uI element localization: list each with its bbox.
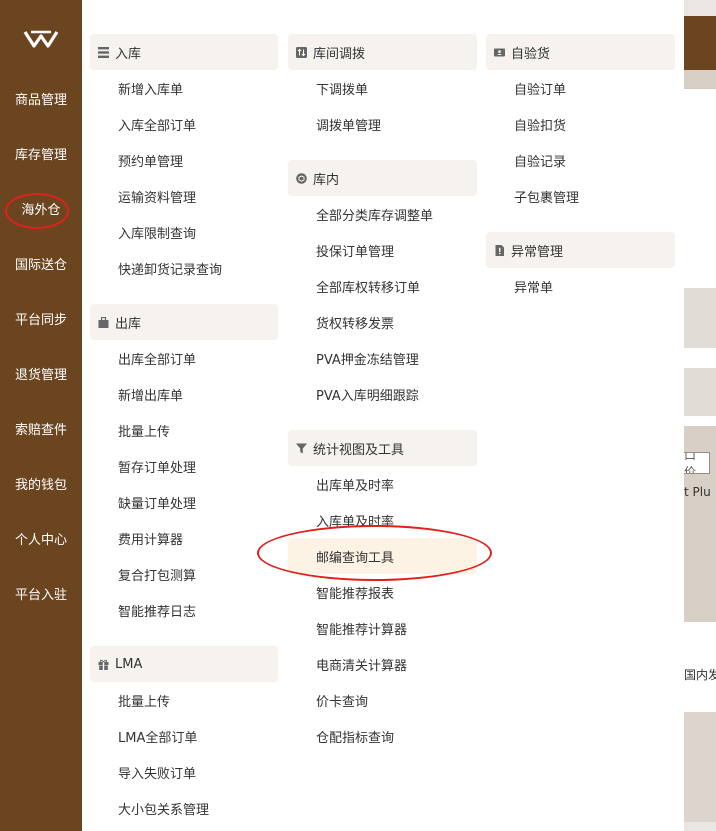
bg-block: [684, 368, 716, 416]
menu-item[interactable]: 出库全部订单: [90, 340, 196, 376]
menu-item[interactable]: 下调拨单: [288, 70, 368, 106]
sidebar-item-overseas-warehouse[interactable]: 海外仓: [0, 191, 82, 225]
menu-item[interactable]: PVA押金冻结管理: [288, 340, 419, 376]
menu-item[interactable]: 入库单及时率: [288, 502, 394, 538]
section-outbound: 出库: [90, 304, 278, 340]
menu-item[interactable]: 子包裹管理: [486, 178, 579, 214]
sidebar: 商品管理 库存管理 海外仓 国际送仓 平台同步 退货管理 索赔查件 我的钱包 个…: [0, 0, 82, 831]
section-title: 库间调拨: [313, 46, 366, 62]
menu-item[interactable]: 批量上传: [90, 682, 170, 718]
menu-item[interactable]: 新增出库单: [90, 376, 183, 412]
section-stats-tools: 统计视图及工具: [288, 430, 477, 466]
id-card-icon: [494, 47, 505, 58]
doc-alert-icon: [494, 244, 505, 256]
menu-item[interactable]: 自验记录: [486, 142, 566, 178]
menu-item[interactable]: 自验扣货: [486, 106, 566, 142]
sidebar-item-returns[interactable]: 退货管理: [0, 356, 82, 390]
bg-price-box: 口价: [684, 452, 710, 474]
bg-text: 国内发: [684, 668, 716, 682]
menu-item[interactable]: 投保订单管理: [288, 232, 394, 268]
bg-text: t Plu: [684, 485, 711, 499]
bg-block: [684, 426, 716, 536]
bg-block: [684, 536, 716, 622]
menu-item[interactable]: 货权转移发票: [288, 304, 394, 340]
filter-icon: [296, 443, 307, 454]
transfer-icon: [296, 46, 307, 58]
menu-item[interactable]: 导入失败订单: [90, 754, 196, 790]
menu-item[interactable]: 智能推荐计算器: [288, 610, 407, 646]
menu-item[interactable]: LMA全部订单: [90, 718, 197, 754]
section-title: 库内: [313, 172, 340, 188]
sidebar-item-profile[interactable]: 个人中心: [0, 521, 82, 555]
menu-item-postcode-tool[interactable]: 邮编查询工具: [288, 538, 477, 574]
w-logo-icon[interactable]: [0, 30, 82, 60]
menu-item[interactable]: 快递卸货记录查询: [90, 250, 222, 286]
bg-text: 口价: [684, 452, 697, 474]
menu-item[interactable]: 全部库权转移订单: [288, 268, 420, 304]
bg-block: [684, 88, 716, 288]
menu-item[interactable]: 异常单: [486, 268, 553, 304]
menu-item[interactable]: 仓配指标查询: [288, 718, 394, 754]
menu-item[interactable]: 智能推荐报表: [288, 574, 394, 610]
section-lma: LMA: [90, 646, 278, 682]
section-title: 出库: [115, 316, 142, 332]
box-icon: [296, 172, 307, 184]
section-self-inspection: 自验货: [486, 34, 675, 70]
menu-item[interactable]: 电商清关计算器: [288, 646, 407, 682]
sidebar-item-wallet[interactable]: 我的钱包: [0, 466, 82, 500]
section-title: 异常管理: [511, 244, 564, 260]
background-app-strip: 口价 t Plu 国内发: [684, 0, 716, 831]
menu-item[interactable]: 批量上传: [90, 412, 170, 448]
menu-item[interactable]: 费用计算器: [90, 520, 183, 556]
sidebar-item-platform-join[interactable]: 平台入驻: [0, 576, 82, 610]
menu-item[interactable]: 预约单管理: [90, 142, 183, 178]
section-title: 入库: [115, 46, 142, 62]
menu-item[interactable]: 新增入库单: [90, 70, 183, 106]
sidebar-item-platform-sync[interactable]: 平台同步: [0, 301, 82, 335]
section-inbound: 入库: [90, 34, 278, 70]
menu-item[interactable]: 复合打包测算: [90, 556, 196, 592]
divider: [684, 88, 716, 89]
menu-item[interactable]: 自验订单: [486, 70, 566, 106]
section-title: 统计视图及工具: [313, 442, 405, 458]
section-transfer: 库间调拨: [288, 34, 477, 70]
menu-item[interactable]: PVA入库明细跟踪: [288, 376, 419, 412]
sidebar-item-international[interactable]: 国际送仓: [0, 246, 82, 280]
bg-block: [684, 70, 716, 88]
section-exception: 异常管理: [486, 232, 675, 268]
menu-item[interactable]: 缺量订单处理: [90, 484, 196, 520]
section-title: 自验货: [511, 46, 551, 62]
list-icon: [98, 46, 109, 58]
menu-item[interactable]: 入库限制查询: [90, 214, 196, 250]
menu-item[interactable]: 全部分类库存调整单: [288, 196, 433, 232]
background-header: [684, 16, 716, 70]
menu-item[interactable]: 大小包关系管理: [90, 790, 209, 826]
sidebar-item-claims[interactable]: 索赔查件: [0, 411, 82, 445]
menu-item[interactable]: 价卡查询: [288, 682, 368, 718]
bg-block: [684, 416, 716, 426]
bg-block: [684, 348, 716, 368]
menu-item[interactable]: 运输资料管理: [90, 178, 196, 214]
gift-icon: [98, 659, 109, 670]
overseas-warehouse-menu: 入库 新增入库单 入库全部订单 预约单管理 运输资料管理 入库限制查询 快递卸货…: [82, 0, 684, 831]
menu-item[interactable]: 入库全部订单: [90, 106, 196, 142]
menu-item[interactable]: 调拨单管理: [288, 106, 381, 142]
menu-item[interactable]: 暂存订单处理: [90, 448, 196, 484]
bg-block: [684, 712, 716, 822]
sidebar-item-inventory[interactable]: 库存管理: [0, 136, 82, 170]
section-title: LMA: [115, 656, 143, 672]
bg-block: [684, 288, 716, 348]
sidebar-item-product[interactable]: 商品管理: [0, 81, 82, 115]
section-in-warehouse: 库内: [288, 160, 477, 196]
menu-item[interactable]: 出库单及时率: [288, 466, 394, 502]
bag-icon: [98, 316, 109, 328]
menu-item[interactable]: 智能推荐日志: [90, 592, 196, 628]
